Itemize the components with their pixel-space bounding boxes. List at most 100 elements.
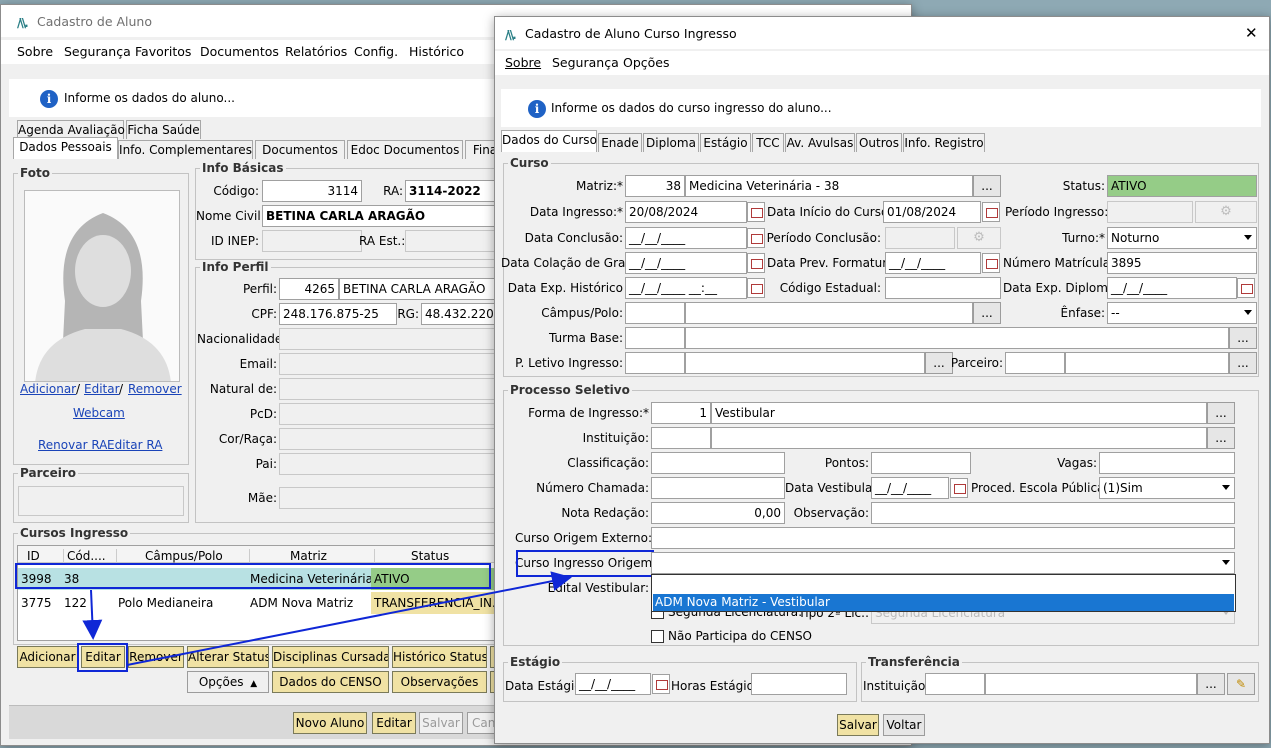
turma-lookup-button[interactable]: ...: [1229, 327, 1257, 349]
column-header-campus[interactable]: Câmpus/Polo: [116, 549, 248, 563]
classificacao-field[interactable]: [651, 452, 785, 474]
renovar-ra-link[interactable]: Renovar RA: [38, 438, 107, 452]
prev-formatura-field[interactable]: __/__/____: [885, 252, 981, 274]
turma-nome-field[interactable]: [685, 327, 1229, 349]
transferencia-nome-field[interactable]: [985, 673, 1197, 695]
tab-ficha-saude[interactable]: Ficha Saúde: [126, 120, 201, 139]
table-row[interactable]: 3775 122 Polo Medianeira ADM Nova Matriz…: [18, 592, 506, 614]
pcd-field[interactable]: [279, 403, 501, 425]
forma-ingresso-field[interactable]: Vestibular: [711, 402, 1207, 424]
nacionalidade-field[interactable]: [279, 328, 501, 350]
remover-button[interactable]: Remover: [128, 646, 184, 668]
perfil-id-field[interactable]: 4265: [279, 278, 339, 300]
ra-field[interactable]: 3114-2022: [405, 180, 501, 202]
numero-matricula-field[interactable]: 3895: [1107, 252, 1257, 274]
horas-estagio-field[interactable]: [751, 673, 847, 695]
tab-tcc[interactable]: TCC: [752, 133, 784, 152]
tab-dados-pessoais[interactable]: Dados Pessoais: [13, 137, 118, 159]
voltar-button[interactable]: Voltar: [883, 714, 925, 736]
id-inep-field[interactable]: [262, 230, 362, 252]
data-ingresso-field[interactable]: 20/08/2024: [625, 201, 747, 223]
calendar-icon[interactable]: [652, 674, 670, 694]
ra-est-field[interactable]: [405, 230, 501, 252]
tab-info-registro[interactable]: Info. Registro: [903, 133, 985, 152]
tab-dados-do-curso[interactable]: Dados do Curso: [501, 130, 597, 152]
close-icon[interactable]: ✕: [1245, 24, 1258, 42]
status-field[interactable]: ATIVO: [1107, 175, 1257, 197]
dados-censo-button[interactable]: Dados do CENSO: [272, 671, 389, 693]
rg-field[interactable]: 48.432.220-5: [421, 303, 501, 325]
periodo-conclusao-field[interactable]: [885, 227, 955, 249]
nome-civil-field[interactable]: BETINA CARLA ARAGÃO: [262, 205, 502, 227]
foto-editar-link[interactable]: Editar: [84, 382, 120, 396]
parceiro-nome-field[interactable]: [1065, 352, 1229, 374]
pencil-icon[interactable]: ✎: [1227, 673, 1255, 695]
historico-status-button[interactable]: Histórico Status: [392, 646, 487, 668]
campus-nome-field[interactable]: [685, 302, 973, 324]
cancelar-aluno-button[interactable]: Can: [467, 712, 497, 734]
menu-historico[interactable]: Histórico: [409, 44, 464, 59]
calendar-icon[interactable]: [747, 253, 765, 273]
calendar-icon[interactable]: [982, 253, 1000, 273]
nota-redacao-field[interactable]: 0,00: [651, 502, 785, 524]
webcam-link[interactable]: Webcam: [73, 406, 125, 420]
numero-chamada-field[interactable]: [651, 477, 785, 499]
menu-config[interactable]: Config.: [354, 44, 398, 59]
parceiro-field[interactable]: [18, 486, 184, 516]
email-field[interactable]: [279, 353, 501, 375]
menu-sobre[interactable]: Sobre: [505, 55, 541, 70]
novo-aluno-button[interactable]: Novo Aluno: [293, 712, 367, 734]
salvar-aluno-button[interactable]: Salvar: [419, 712, 463, 734]
menu-favoritos[interactable]: Favoritos: [135, 44, 191, 59]
turma-id-field[interactable]: [625, 327, 685, 349]
transferencia-id-field[interactable]: [925, 673, 985, 695]
column-header-matriz[interactable]: Matriz: [249, 549, 373, 563]
gear-icon[interactable]: ⚙: [1195, 201, 1257, 223]
menu-seguranca[interactable]: Segurança: [64, 44, 131, 59]
calendar-icon[interactable]: [1237, 278, 1255, 298]
column-header-cod[interactable]: Cód....: [63, 549, 115, 563]
foto-remover-link[interactable]: Remover: [128, 382, 182, 396]
gear-icon[interactable]: ⚙: [957, 227, 1001, 249]
curso-ingresso-origem-select[interactable]: [651, 552, 1235, 574]
cpf-field[interactable]: 248.176.875-25: [279, 303, 397, 325]
dropdown-option[interactable]: ADM Nova Matriz - Vestibular: [653, 594, 1234, 611]
letivo-id-field[interactable]: [625, 352, 685, 374]
campus-id-field[interactable]: [625, 302, 685, 324]
calendar-icon[interactable]: [747, 202, 765, 222]
matriz-nome-field[interactable]: Medicina Veterinária - 38: [685, 175, 973, 197]
nao-participa-censo-checkbox[interactable]: [651, 630, 664, 643]
observacao-field[interactable]: [871, 502, 1235, 524]
tab-outros[interactable]: Outros: [856, 133, 902, 152]
data-conclusao-field[interactable]: __/__/____: [625, 227, 747, 249]
data-inicio-field[interactable]: 01/08/2024: [883, 201, 981, 223]
column-header-status[interactable]: Status: [374, 549, 506, 563]
calendar-icon[interactable]: [747, 278, 765, 298]
menu-relatorios[interactable]: Relatórios: [285, 44, 347, 59]
tab-edoc-documentos[interactable]: Edoc Documentos: [347, 140, 463, 159]
letivo-nome-field[interactable]: [685, 352, 925, 374]
pontos-field[interactable]: [871, 452, 971, 474]
instituicao-nome-field[interactable]: [711, 427, 1207, 449]
menu-opcoes[interactable]: Opções: [623, 55, 670, 70]
proced-escola-select[interactable]: (1)Sim: [1099, 477, 1235, 499]
matriz-id-field[interactable]: 38: [625, 175, 685, 197]
campus-lookup-button[interactable]: ...: [973, 302, 1001, 324]
codigo-field[interactable]: 3114: [262, 180, 362, 202]
turno-select[interactable]: Noturno: [1107, 227, 1257, 249]
instituicao-lookup-button[interactable]: ...: [1207, 427, 1235, 449]
natural-field[interactable]: [279, 378, 501, 400]
parceiro-id-field[interactable]: [1005, 352, 1065, 374]
opcoes-button[interactable]: Opções ▲: [187, 671, 269, 693]
periodo-ingresso-field[interactable]: [1107, 201, 1193, 223]
editar-ra-link[interactable]: Editar RA: [107, 438, 162, 452]
calendar-icon[interactable]: [950, 478, 968, 498]
exp-historico-field[interactable]: __/__/____ __:__: [625, 277, 747, 299]
alterar-status-button[interactable]: Alterar Status: [187, 646, 269, 668]
colacao-field[interactable]: __/__/____: [625, 252, 747, 274]
perfil-nome-field[interactable]: BETINA CARLA ARAGÃO: [339, 278, 501, 300]
forma-ingresso-id-field[interactable]: 1: [651, 402, 711, 424]
tab-estagio[interactable]: Estágio: [700, 133, 751, 152]
enfase-select[interactable]: --: [1107, 302, 1257, 324]
tab-documentos[interactable]: Documentos: [255, 140, 345, 159]
